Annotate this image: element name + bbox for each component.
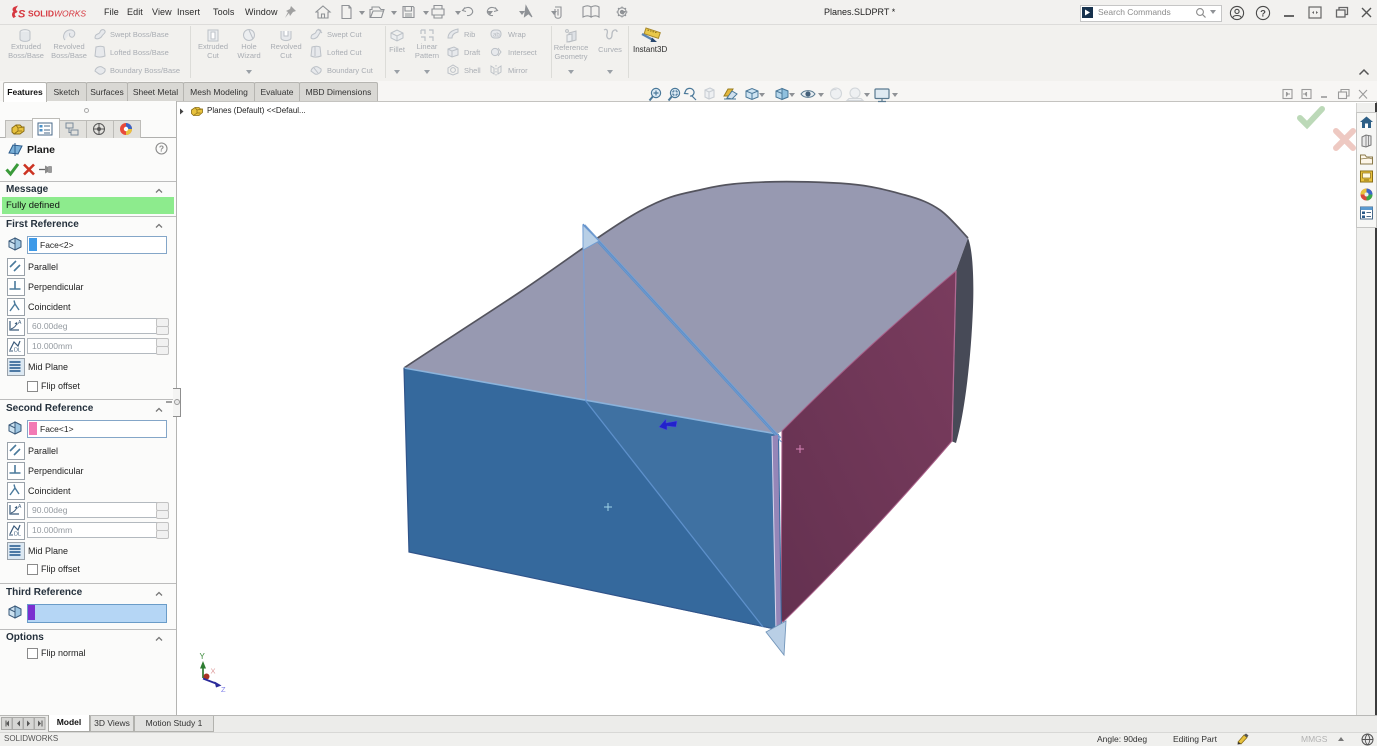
svg-text:DL: DL: [14, 532, 21, 538]
svg-text:X: X: [211, 667, 216, 676]
svg-text:S: S: [18, 9, 26, 21]
svg-text:A: A: [18, 504, 22, 510]
svg-text:DL: DL: [14, 348, 21, 354]
svg-text:ab: ab: [493, 33, 500, 39]
svg-text:?: ?: [159, 144, 164, 154]
svg-text:A: A: [18, 320, 22, 326]
svg-text:Z: Z: [221, 685, 226, 693]
svg-text:?: ?: [1260, 9, 1266, 20]
svg-text:Y: Y: [200, 652, 206, 661]
svg-text:SOLIDWORKS: SOLIDWORKS: [28, 9, 86, 19]
